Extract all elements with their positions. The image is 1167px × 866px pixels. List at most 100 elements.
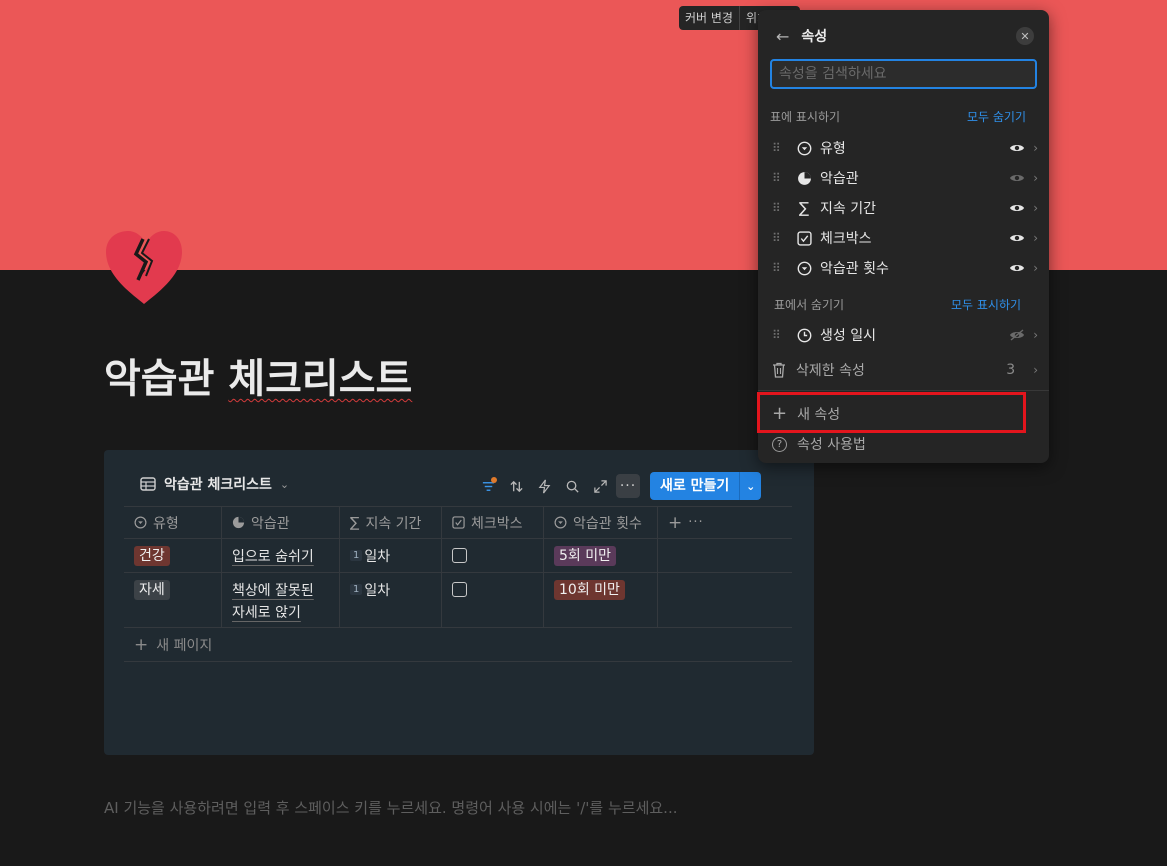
new-button-dropdown[interactable]: ⌄ [739,472,761,500]
count-tag: 10회 미만 [554,580,625,600]
table-icon [140,477,156,491]
habit-link[interactable]: 입으로 숨쉬기 [232,546,314,568]
column-header-type[interactable]: 유형 [124,507,222,538]
new-page-label: 새 페이지 [156,637,213,654]
page-title[interactable]: 악습관 체크리스트 [104,346,412,404]
habit-link[interactable]: 책상에 잘못된 [232,580,314,602]
close-icon[interactable]: ✕ [1016,27,1034,45]
drag-handle-icon[interactable]: ⠿ [772,328,784,342]
property-help-label: 속성 사용법 [797,437,866,453]
hidden-section-label: 표에서 숨기기 [774,298,845,312]
sort-icon [509,480,523,492]
property-name: 지속 기간 [820,201,876,217]
property-name: 유형 [820,141,846,157]
cell-duration[interactable]: 1 일차 [340,539,442,572]
ai-hint-placeholder[interactable]: AI 기능을 사용하려면 입력 후 스페이스 키를 누르세요. 명령어 사용 시… [104,797,677,818]
property-search-input[interactable] [770,59,1037,89]
eye-icon[interactable] [1009,262,1025,274]
new-button[interactable]: 새로 만들기 ⌄ [650,472,762,500]
table-row[interactable]: 자세 책상에 잘못된 자세로 앉기 1 일차 10회 미만 [124,573,792,628]
column-header-duration[interactable]: ∑ 지속 기간 [340,507,442,538]
search-button[interactable] [560,474,584,498]
eye-icon[interactable] [1009,142,1025,154]
ellipsis-icon: ··· [619,478,637,494]
new-page-button[interactable]: + 새 페이지 [124,628,792,662]
property-item-type[interactable]: ⠿ 유형 › [772,133,1038,163]
column-label: 지속 기간 [365,515,422,532]
property-name: 생성 일시 [820,328,876,344]
clock-icon [796,327,812,343]
duration-number: 1 [350,584,363,595]
chevron-right-icon[interactable]: › [1033,171,1038,185]
property-item-duration[interactable]: ⠿ ∑ 지속 기간 › [772,193,1038,223]
habit-link[interactable]: 자세로 앉기 [232,602,301,624]
chevron-right-icon[interactable]: › [1033,141,1038,155]
cell-habit[interactable]: 입으로 숨쉬기 [222,539,340,572]
divider [758,390,1049,391]
database-title: 악습관 체크리스트 [164,477,272,493]
checkbox[interactable] [452,548,467,563]
column-header-checkbox[interactable]: 체크박스 [442,507,544,538]
automation-button[interactable] [532,474,556,498]
chevron-right-icon[interactable]: › [1033,261,1038,275]
eye-icon[interactable] [1009,202,1025,214]
drag-handle-icon[interactable]: ⠿ [772,141,784,155]
filter-button[interactable] [476,474,500,498]
select-icon [134,516,147,529]
cell-checkbox [442,573,544,627]
column-header-count[interactable]: 악습관 횟수 [544,507,658,538]
table-row[interactable]: 건강 입으로 숨쉬기 1 일차 5회 미만 [124,539,792,573]
cell-type[interactable]: 자세 [124,573,222,627]
property-item-habit[interactable]: ⠿ 악습관 › [772,163,1038,193]
chevron-right-icon[interactable]: › [1033,231,1038,245]
database-table: 유형 악습관 ∑ 지속 기간 체크박스 악습관 횟수 + ··· 건강 입으로 … [124,506,792,662]
ellipsis-icon[interactable]: ··· [688,515,703,530]
chevron-right-icon[interactable]: › [1033,201,1038,215]
add-column-icon[interactable]: + [668,513,682,533]
drag-handle-icon[interactable]: ⠿ [772,231,784,245]
property-help-link[interactable]: ? 속성 사용법 [772,434,866,454]
page-title-text-2: 체크리스트 [228,356,413,402]
cell-habit[interactable]: 책상에 잘못된 자세로 앉기 [222,573,340,627]
highlight-box [757,392,1026,433]
property-item-count[interactable]: ⠿ 악습관 횟수 › [772,253,1038,283]
property-name: 악습관 횟수 [820,261,889,277]
type-tag: 자세 [134,580,170,600]
broken-heart-icon[interactable] [102,228,186,306]
column-header-habit[interactable]: 악습관 [222,507,340,538]
property-item-created-time[interactable]: ⠿ 생성 일시 › [772,320,1038,350]
chevron-right-icon[interactable]: › [1033,328,1038,342]
checkbox[interactable] [452,582,467,597]
hide-all-button[interactable]: 모두 숨기기 [967,108,1026,125]
drag-handle-icon[interactable]: ⠿ [772,261,784,275]
database-header[interactable]: 악습관 체크리스트 ⌄ [140,474,289,494]
search-icon [566,480,579,493]
property-item-checkbox[interactable]: ⠿ 체크박스 › [772,223,1038,253]
cell-type[interactable]: 건강 [124,539,222,572]
back-arrow-icon[interactable]: ← [776,27,789,46]
change-cover-button[interactable]: 커버 변경 [679,6,739,30]
lightning-icon [538,479,550,493]
cell-count[interactable]: 5회 미만 [544,539,658,572]
chevron-right-icon: › [1033,363,1038,377]
cell-duration[interactable]: 1 일차 [340,573,442,627]
drag-handle-icon[interactable]: ⠿ [772,171,784,185]
chevron-down-icon[interactable]: ⌄ [280,478,289,491]
eye-icon[interactable] [1009,172,1025,184]
count-tag: 5회 미만 [554,546,616,566]
deleted-properties-item[interactable]: 삭제한 속성 3 › [772,360,1038,380]
more-options-button[interactable]: ··· [616,474,640,498]
eye-icon[interactable] [1009,232,1025,244]
column-label: 악습관 횟수 [573,515,642,532]
eye-off-icon[interactable] [1009,329,1025,341]
expand-button[interactable] [588,474,612,498]
cell-count[interactable]: 10회 미만 [544,573,658,627]
sort-button[interactable] [504,474,528,498]
select-icon [554,516,567,529]
new-button-label: 새로 만들기 [660,478,730,494]
checkbox-icon [452,516,465,529]
duration-number: 1 [350,550,363,561]
formula-icon: ∑ [350,514,360,531]
drag-handle-icon[interactable]: ⠿ [772,201,784,215]
show-all-button[interactable]: 모두 표시하기 [951,296,1021,313]
